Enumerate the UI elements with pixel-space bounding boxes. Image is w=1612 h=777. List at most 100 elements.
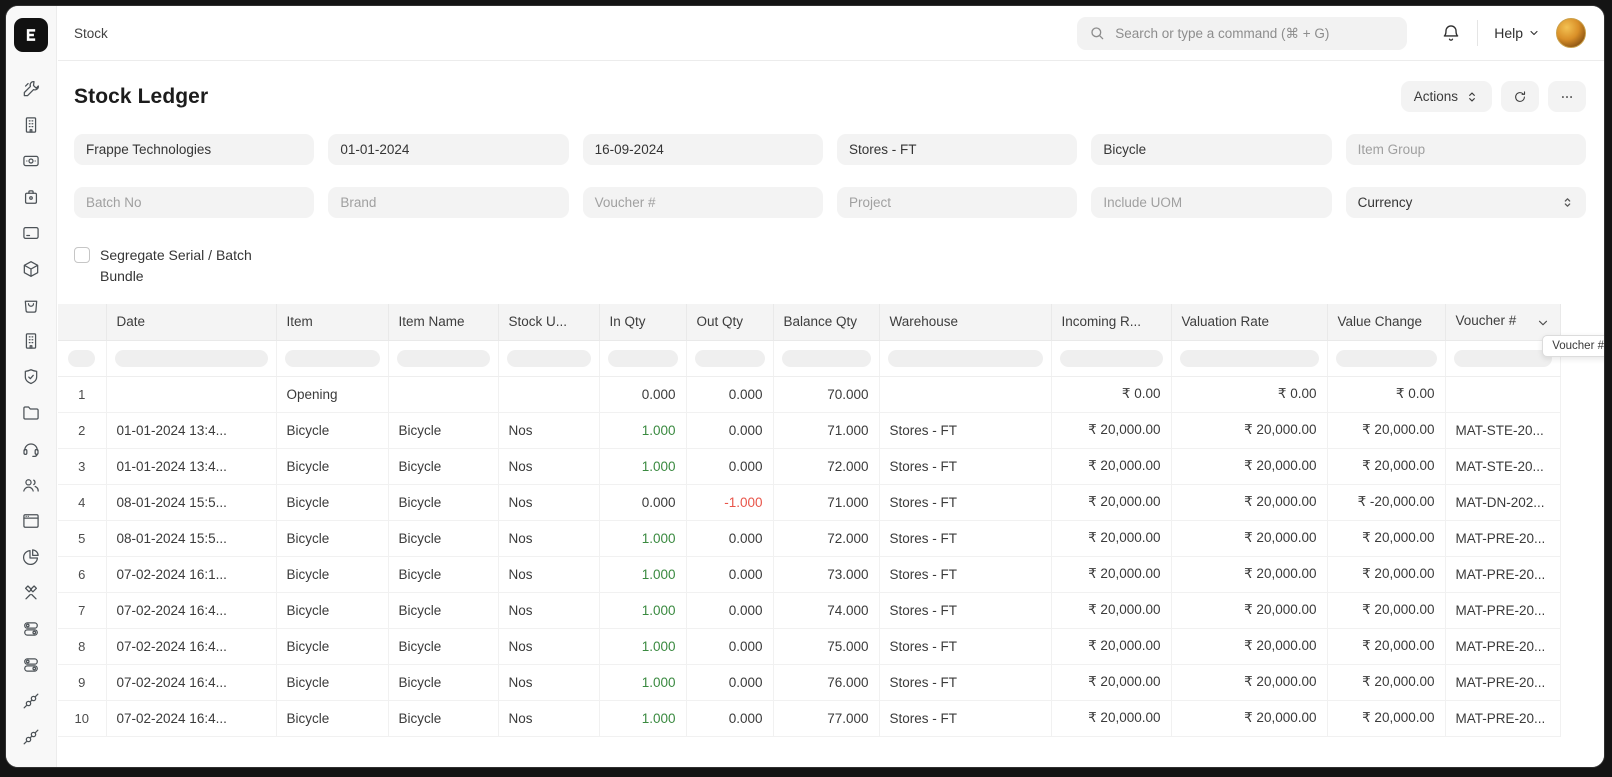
company-filter[interactable]: Frappe Technologies xyxy=(74,134,314,165)
segregate-checkbox[interactable] xyxy=(74,247,90,263)
column-filter-input[interactable] xyxy=(608,350,678,367)
voucher-no-filter[interactable]: Voucher # xyxy=(583,187,823,218)
shield-check-nav-item[interactable] xyxy=(21,367,41,387)
batch-no-filter[interactable]: Batch No xyxy=(74,187,314,218)
cell-out-qty: 0.000 xyxy=(686,556,773,592)
credit-card-nav-item[interactable] xyxy=(21,223,41,243)
column-header-row-index[interactable] xyxy=(58,304,106,340)
plug-2-nav-item[interactable] xyxy=(21,727,41,747)
cell-balance-qty: 70.000 xyxy=(773,376,879,412)
banknote-nav-item[interactable] xyxy=(21,151,41,171)
cell-value-change: ₹ 20,000.00 xyxy=(1327,628,1445,664)
actions-button[interactable]: Actions xyxy=(1401,81,1492,112)
column-filter-input[interactable] xyxy=(68,350,95,367)
browser-window-nav-item[interactable] xyxy=(21,511,41,531)
column-filter-input[interactable] xyxy=(782,350,871,367)
table-row: 707-02-2024 16:4...BicycleBicycleNos1.00… xyxy=(58,592,1560,628)
refresh-button[interactable] xyxy=(1501,81,1539,112)
column-filter-input[interactable] xyxy=(888,350,1043,367)
folder-nav-item[interactable] xyxy=(21,403,41,423)
column-filter-input[interactable] xyxy=(1454,350,1552,367)
wrench-screwdriver-nav-item[interactable] xyxy=(21,79,41,99)
column-header-balance-qty[interactable]: Balance Qty xyxy=(773,304,879,340)
column-filter-input[interactable] xyxy=(695,350,765,367)
global-search[interactable] xyxy=(1077,17,1407,50)
project-filter[interactable]: Project xyxy=(837,187,1077,218)
notifications-bell-icon[interactable] xyxy=(1441,23,1461,43)
column-filter-input[interactable] xyxy=(115,350,268,367)
headset-nav-item[interactable] xyxy=(21,439,41,459)
column-filter-input[interactable] xyxy=(1336,350,1437,367)
column-header-valuation-rate[interactable]: Valuation Rate xyxy=(1171,304,1327,340)
cell-in-qty: 1.000 xyxy=(599,700,686,736)
column-header-in-qty[interactable]: In Qty xyxy=(599,304,686,340)
more-options-button[interactable] xyxy=(1548,81,1586,112)
package-nav-item[interactable] xyxy=(21,259,41,279)
cell-out-qty: 0.000 xyxy=(686,448,773,484)
building-nav-item[interactable] xyxy=(21,115,41,135)
cell-out-qty: 0.000 xyxy=(686,664,773,700)
cell-uom: Nos xyxy=(498,448,599,484)
hammers-nav-item[interactable] xyxy=(21,583,41,603)
cell-n: 1 xyxy=(58,376,106,412)
help-menu[interactable]: Help xyxy=(1494,25,1540,41)
building-2-icon xyxy=(21,331,41,351)
column-filter-input[interactable] xyxy=(1180,350,1319,367)
from-date-filter[interactable]: 01-01-2024 xyxy=(328,134,568,165)
user-avatar[interactable] xyxy=(1556,18,1586,48)
currency-select[interactable]: Currency xyxy=(1346,187,1586,218)
shopping-bag-nav-item[interactable] xyxy=(21,295,41,315)
column-header-incoming-r[interactable]: Incoming R... xyxy=(1051,304,1171,340)
column-header-item[interactable]: Item xyxy=(276,304,388,340)
cell-balance-qty: 73.000 xyxy=(773,556,879,592)
cell-value-change: ₹ 20,000.00 xyxy=(1327,664,1445,700)
column-filter-input[interactable] xyxy=(1060,350,1163,367)
erpnext-logo[interactable] xyxy=(14,18,48,52)
building-2-nav-item[interactable] xyxy=(21,331,41,351)
column-header-value-change[interactable]: Value Change xyxy=(1327,304,1445,340)
app-window: Stock Help Stock Ledger xyxy=(5,5,1605,768)
plug-nav-item[interactable] xyxy=(21,691,41,711)
cell-n: 3 xyxy=(58,448,106,484)
brand-filter[interactable]: Brand xyxy=(328,187,568,218)
cell-n: 7 xyxy=(58,592,106,628)
pie-chart-nav-item[interactable] xyxy=(21,547,41,567)
cell-uom: Nos xyxy=(498,412,599,448)
to-date-filter[interactable]: 16-09-2024 xyxy=(583,134,823,165)
plug-2-icon xyxy=(21,727,41,747)
column-header-stock-u[interactable]: Stock U... xyxy=(498,304,599,340)
search-input[interactable] xyxy=(1113,25,1395,42)
users-nav-item[interactable] xyxy=(21,475,41,495)
column-filter-input[interactable] xyxy=(507,350,591,367)
toolbox-icon xyxy=(21,187,41,207)
breadcrumb[interactable]: Stock xyxy=(74,26,108,41)
table-row: 408-01-2024 15:5...BicycleBicycleNos0.00… xyxy=(58,484,1560,520)
column-header-warehouse[interactable]: Warehouse xyxy=(879,304,1051,340)
segregate-checkbox-label[interactable]: Segregate Serial / Batch Bundle xyxy=(100,245,272,287)
column-header-item-name[interactable]: Item Name xyxy=(388,304,498,340)
column-header-out-qty[interactable]: Out Qty xyxy=(686,304,773,340)
toggles-nav-item[interactable] xyxy=(21,619,41,639)
warehouse-filter[interactable]: Stores - FT xyxy=(837,134,1077,165)
cell-in-qty: 0.000 xyxy=(599,376,686,412)
cell-item-name: Bicycle xyxy=(388,556,498,592)
column-header-voucher[interactable]: Voucher # xyxy=(1445,304,1560,340)
cell-value-change: ₹ 20,000.00 xyxy=(1327,592,1445,628)
column-filter-input[interactable] xyxy=(285,350,380,367)
column-menu-chevron-down-icon[interactable] xyxy=(1536,316,1550,330)
cell-value-change: ₹ 20,000.00 xyxy=(1327,412,1445,448)
column-filter-input[interactable] xyxy=(397,350,490,367)
cell-warehouse: Stores - FT xyxy=(879,484,1051,520)
column-header-date[interactable]: Date xyxy=(106,304,276,340)
cell-uom: Nos xyxy=(498,592,599,628)
toggles-2-nav-item[interactable] xyxy=(21,655,41,675)
cell-item-name: Bicycle xyxy=(388,448,498,484)
item-group-filter[interactable]: Item Group xyxy=(1346,134,1586,165)
include-uom-filter[interactable]: Include UOM xyxy=(1091,187,1331,218)
cell-incoming-rate: ₹ 20,000.00 xyxy=(1051,592,1171,628)
toolbox-nav-item[interactable] xyxy=(21,187,41,207)
column-filter-row xyxy=(58,340,1560,376)
project-filter-value: Project xyxy=(849,195,891,210)
item-filter[interactable]: Bicycle xyxy=(1091,134,1331,165)
cell-valuation-rate: ₹ 20,000.00 xyxy=(1171,700,1327,736)
